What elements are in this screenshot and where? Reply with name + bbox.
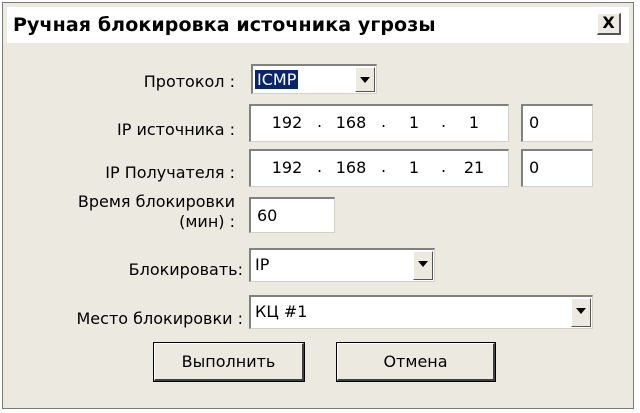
source-ip-octet-2: 168 xyxy=(335,113,367,132)
block-place-dropdown-button[interactable] xyxy=(571,298,591,327)
block-what-select[interactable]: IP xyxy=(249,248,435,282)
ip-dot: . xyxy=(317,112,323,131)
source-ip-octet-1: 192 xyxy=(271,113,303,132)
block-time-label: Время блокировки (мин) : xyxy=(43,192,235,232)
cancel-button-label: Отмена xyxy=(383,352,448,371)
execute-button-label: Выполнить xyxy=(181,352,276,371)
destination-ip-field[interactable]: 192 . 168 . 1 . 21 xyxy=(249,149,509,187)
block-what-dropdown-button[interactable] xyxy=(413,251,433,280)
close-button[interactable]: X xyxy=(597,13,621,35)
protocol-dropdown-button[interactable] xyxy=(355,67,375,92)
destination-port-field[interactable]: 0 xyxy=(521,149,593,187)
block-place-select[interactable]: КЦ #1 xyxy=(249,295,593,329)
ip-dot: . xyxy=(381,157,387,176)
chevron-down-icon xyxy=(576,308,586,314)
chevron-down-icon xyxy=(360,77,370,83)
block-what-value: IP xyxy=(255,255,270,274)
source-ip-label: IP источника : xyxy=(116,120,235,139)
protocol-value: ICMP xyxy=(255,70,299,89)
ip-dot: . xyxy=(381,112,387,131)
source-ip-octet-4: 1 xyxy=(468,113,480,132)
block-time-input[interactable]: 60 xyxy=(249,197,335,233)
block-what-label: Блокировать: xyxy=(128,260,243,279)
destination-ip-octet-2: 168 xyxy=(335,158,367,177)
close-icon: X xyxy=(602,13,615,32)
execute-button[interactable]: Выполнить xyxy=(153,342,305,382)
block-time-label-line2: (мин) : xyxy=(179,212,235,231)
destination-ip-octet-3: 1 xyxy=(408,158,420,177)
protocol-select[interactable]: ICMP xyxy=(251,64,377,94)
title-bar: Ручная блокировка источника угрозы X xyxy=(7,7,629,43)
destination-ip-octet-4: 21 xyxy=(463,158,485,177)
source-ip-field[interactable]: 192 . 168 . 1 . 1 xyxy=(249,104,509,142)
source-port-field[interactable]: 0 xyxy=(521,104,593,142)
ip-dot: . xyxy=(317,157,323,176)
block-place-value: КЦ #1 xyxy=(255,302,308,321)
protocol-label: Протокол : xyxy=(143,72,235,91)
block-time-label-line1: Время блокировки xyxy=(77,192,235,211)
ip-dot: . xyxy=(441,112,447,131)
destination-ip-octet-1: 192 xyxy=(271,158,303,177)
block-place-label: Место блокировки : xyxy=(76,309,244,328)
dialog-title: Ручная блокировка источника угрозы xyxy=(13,14,436,36)
source-ip-octet-3: 1 xyxy=(408,113,420,132)
ip-dot: . xyxy=(441,157,447,176)
cancel-button[interactable]: Отмена xyxy=(336,342,496,382)
destination-ip-label: IP Получателя : xyxy=(105,163,235,182)
chevron-down-icon xyxy=(418,261,428,267)
block-threat-dialog: Ручная блокировка источника угрозы X Про… xyxy=(2,2,634,409)
